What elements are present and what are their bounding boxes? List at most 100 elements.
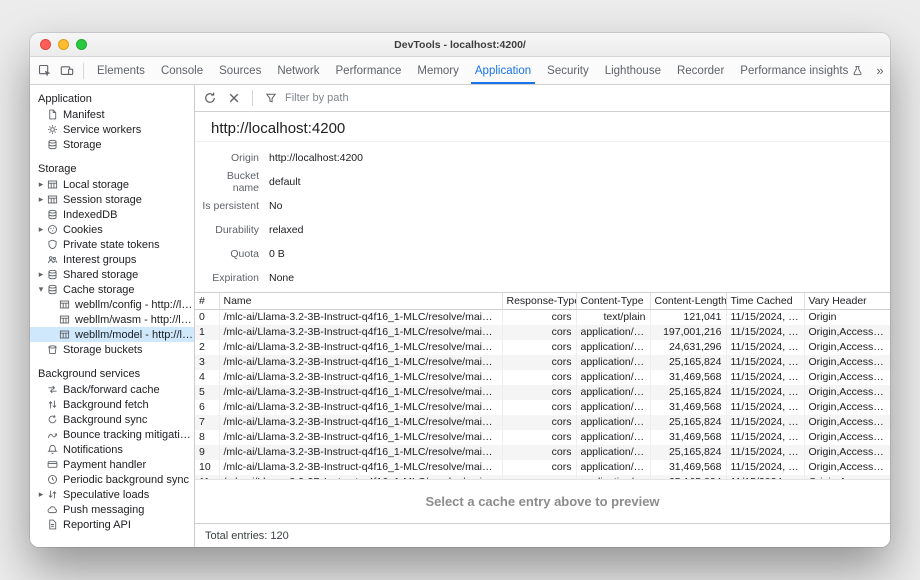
- column-header-num[interactable]: #: [195, 293, 219, 309]
- cell-content-type: application/oc…: [576, 415, 650, 430]
- speculative-icon: [46, 489, 59, 501]
- cache-entry-row[interactable]: 6 /mlc-ai/Llama-3.2-3B-Instruct-q4f16_1-…: [195, 400, 890, 415]
- devtools-tab[interactable]: Recorder: [669, 57, 732, 84]
- expand-arrow-icon[interactable]: [36, 285, 46, 294]
- cell-vary-header: Origin,Access…: [804, 460, 890, 475]
- device-toolbar-icon[interactable]: [56, 60, 78, 82]
- column-header-time-cached[interactable]: Time Cached: [726, 293, 804, 309]
- filter-box: [260, 87, 505, 109]
- cell-response-type: cors: [502, 415, 576, 430]
- sidebar-row[interactable]: IndexedDB: [30, 207, 194, 222]
- devtools-tab[interactable]: Application: [467, 57, 539, 84]
- column-header-content-length[interactable]: Content-Length: [650, 293, 726, 309]
- cell-time-cached: 11/15/2024, 10…: [726, 309, 804, 325]
- window-title: DevTools - localhost:4200/: [394, 39, 526, 51]
- cache-entry-row[interactable]: 7 /mlc-ai/Llama-3.2-3B-Instruct-q4f16_1-…: [195, 415, 890, 430]
- more-tabs-button[interactable]: »: [871, 63, 888, 78]
- expand-arrow-icon[interactable]: [36, 490, 46, 499]
- cell-content-type: application/oc…: [576, 430, 650, 445]
- expand-arrow-icon[interactable]: [36, 180, 46, 189]
- column-header-name[interactable]: Name: [219, 293, 502, 309]
- cache-entry-row[interactable]: 8 /mlc-ai/Llama-3.2-3B-Instruct-q4f16_1-…: [195, 430, 890, 445]
- cache-entry-row[interactable]: 2 /mlc-ai/Llama-3.2-3B-Instruct-q4f16_1-…: [195, 340, 890, 355]
- sidebar-row[interactable]: Cache storage: [30, 282, 194, 297]
- devtools-tab[interactable]: Network: [269, 57, 327, 84]
- cache-entry-row[interactable]: 9 /mlc-ai/Llama-3.2-3B-Instruct-q4f16_1-…: [195, 445, 890, 460]
- expand-arrow-icon[interactable]: [36, 270, 46, 279]
- detail-label: Origin: [195, 152, 259, 164]
- expand-arrow-icon[interactable]: [36, 225, 46, 234]
- refresh-icon[interactable]: [199, 87, 221, 109]
- sidebar-item-label: Application: [38, 93, 92, 105]
- sidebar-row[interactable]: Storage: [30, 137, 194, 152]
- sidebar-row[interactable]: Notifications: [30, 442, 194, 457]
- devtools-tab[interactable]: Security: [539, 57, 597, 84]
- cell-name: /mlc-ai/Llama-3.2-3B-Instruct-q4f16_1-ML…: [219, 370, 502, 385]
- workers-icon: [46, 124, 59, 136]
- sidebar-row[interactable]: Reporting API: [30, 517, 194, 532]
- sidebar-row[interactable]: Manifest: [30, 107, 194, 122]
- table-icon: [58, 314, 71, 326]
- cell-content-length: 121,041: [650, 309, 726, 325]
- devtools-tab[interactable]: Sources: [211, 57, 269, 84]
- sidebar-row[interactable]: Speculative loads: [30, 487, 194, 502]
- sidebar-row[interactable]: Periodic background sync: [30, 472, 194, 487]
- cell-response-type: cors: [502, 355, 576, 370]
- sidebar-row[interactable]: Private state tokens: [30, 237, 194, 252]
- close-window-button[interactable]: [40, 39, 51, 50]
- sidebar-row[interactable]: Interest groups: [30, 252, 194, 267]
- column-header-vary-header[interactable]: Vary Header: [804, 293, 890, 309]
- sidebar-row[interactable]: webllm/config - http://loc…: [30, 297, 194, 312]
- sidebar-item-label: Session storage: [63, 194, 142, 206]
- sidebar-row[interactable]: Payment handler: [30, 457, 194, 472]
- sidebar-row[interactable]: webllm/wasm - http://loca…: [30, 312, 194, 327]
- detail-label: Durability: [195, 224, 259, 236]
- sidebar-row[interactable]: Service workers: [30, 122, 194, 137]
- cell-response-type: cors: [502, 385, 576, 400]
- sidebar-row[interactable]: Shared storage: [30, 267, 194, 282]
- zoom-window-button[interactable]: [76, 39, 87, 50]
- sidebar-row[interactable]: Background sync: [30, 412, 194, 427]
- column-header-content-type[interactable]: Content-Type: [576, 293, 650, 309]
- expand-arrow-icon[interactable]: [36, 195, 46, 204]
- cache-entry-row[interactable]: 3 /mlc-ai/Llama-3.2-3B-Instruct-q4f16_1-…: [195, 355, 890, 370]
- cache-entry-row[interactable]: 4 /mlc-ai/Llama-3.2-3B-Instruct-q4f16_1-…: [195, 370, 890, 385]
- inspect-element-icon[interactable]: [34, 60, 56, 82]
- cell-name: /mlc-ai/Llama-3.2-3B-Instruct-q4f16_1-ML…: [219, 400, 502, 415]
- sidebar-row[interactable]: Back/forward cache: [30, 382, 194, 397]
- devtools-tab[interactable]: Elements: [89, 57, 153, 84]
- detail-value: http://localhost:4200: [269, 152, 363, 164]
- cache-entry-row[interactable]: 1 /mlc-ai/Llama-3.2-3B-Instruct-q4f16_1-…: [195, 325, 890, 340]
- column-header-response-type[interactable]: Response-Type: [502, 293, 576, 309]
- devtools-tabbar: Elements Console Sources Network: [30, 57, 890, 85]
- cell-num: 9: [195, 445, 219, 460]
- sidebar-item-label: Periodic background sync: [63, 474, 189, 486]
- devtools-tab[interactable]: Memory: [409, 57, 467, 84]
- preview-area: Select a cache entry above to preview: [195, 480, 890, 523]
- delete-selected-icon[interactable]: [223, 87, 245, 109]
- cell-vary-header: Origin,Access…: [804, 445, 890, 460]
- cell-response-type: cors: [502, 445, 576, 460]
- sidebar-row[interactable]: Session storage: [30, 192, 194, 207]
- filter-input[interactable]: [285, 92, 505, 104]
- sidebar-row[interactable]: Storage buckets: [30, 342, 194, 357]
- devtools-tab[interactable]: Console: [153, 57, 211, 84]
- sidebar-row[interactable]: webllm/model - http://loc…: [30, 327, 194, 342]
- cache-detail-row: Is persistent No: [195, 194, 890, 218]
- cell-vary-header: Origin,Access…: [804, 415, 890, 430]
- sidebar-row[interactable]: Local storage: [30, 177, 194, 192]
- cell-response-type: cors: [502, 370, 576, 385]
- devtools-tab[interactable]: Lighthouse: [597, 57, 669, 84]
- devtools-tab[interactable]: Performance insights: [732, 57, 871, 84]
- cache-entry-row[interactable]: 0 /mlc-ai/Llama-3.2-3B-Instruct-q4f16_1-…: [195, 309, 890, 325]
- minimize-window-button[interactable]: [58, 39, 69, 50]
- cache-entry-row[interactable]: 5 /mlc-ai/Llama-3.2-3B-Instruct-q4f16_1-…: [195, 385, 890, 400]
- cache-detail-row: Origin http://localhost:4200: [195, 146, 890, 170]
- sidebar-row[interactable]: Bounce tracking mitigations: [30, 427, 194, 442]
- cache-entry-row[interactable]: 10 /mlc-ai/Llama-3.2-3B-Instruct-q4f16_1…: [195, 460, 890, 475]
- sidebar-row[interactable]: Background fetch: [30, 397, 194, 412]
- sidebar-row[interactable]: Push messaging: [30, 502, 194, 517]
- devtools-tab[interactable]: Performance: [328, 57, 410, 84]
- sidebar-row[interactable]: Cookies: [30, 222, 194, 237]
- database-icon: [46, 269, 59, 281]
